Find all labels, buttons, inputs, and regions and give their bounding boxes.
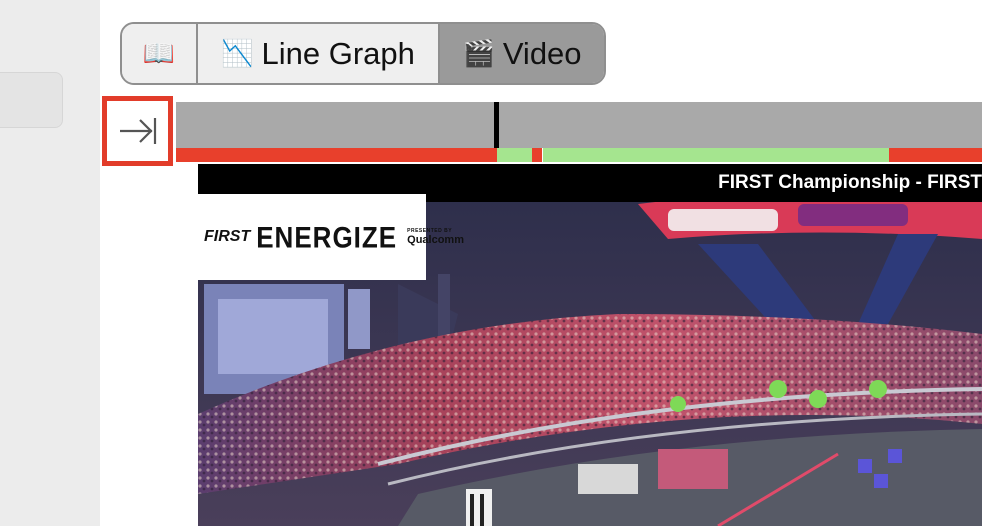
status-segment-red [176,148,497,162]
logo-season-text: ENERGIZE [256,219,398,254]
timeline-scrubber[interactable] [176,102,982,148]
arrow-right-to-bar-icon [119,118,156,144]
status-segment-red [532,148,542,162]
tab-line-graph[interactable]: 📉 Line Graph [196,24,438,83]
clapper-board-icon: 🎬 [462,38,495,68]
event-logo-overlay: FIRST ENERGIZE PRESENTED BY Qualcomm [198,194,464,280]
tab-video[interactable]: 🎬 Video [438,24,604,83]
status-segment-green [497,148,532,162]
collapse-panel-button[interactable] [102,96,173,166]
status-segment-green [543,148,889,162]
chart-down-icon: 📉 [221,38,254,68]
view-tabs: 📖 📉 Line Graph 🎬 Video [120,22,606,85]
sidebar [0,0,100,526]
app-root: 📖 📉 Line Graph 🎬 Video FIRST Championshi… [0,0,982,526]
timeline-status-bar [176,148,982,162]
book-icon: 📖 [142,38,176,68]
tab-line-graph-label: Line Graph [261,35,415,71]
timeline-cursor[interactable] [494,102,499,148]
logo-first-text: FIRST [204,228,251,245]
logo-sponsor-block: PRESENTED BY Qualcomm [407,228,464,246]
tab-video-label: Video [502,35,582,71]
logo-sponsor-name: Qualcomm [407,234,464,246]
stream-title-text: FIRST Championship - FIRST [718,172,982,193]
video-player[interactable]: FIRST Championship - FIRST FIRST ENERGIZ… [198,164,982,526]
sidebar-item[interactable] [0,72,63,128]
tab-docs[interactable]: 📖 [122,24,196,83]
status-segment-red [889,148,982,162]
